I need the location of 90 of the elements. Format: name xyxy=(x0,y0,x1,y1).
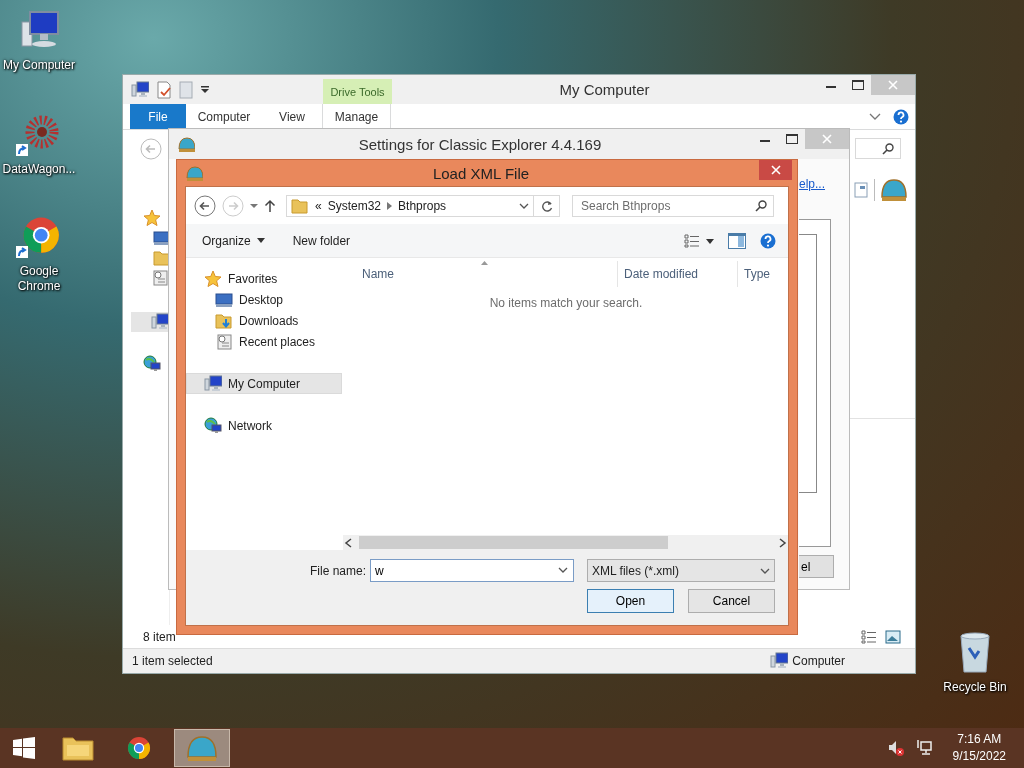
nav-item[interactable]: My Computer xyxy=(186,373,342,394)
icon-label[interactable]: Google Chrome xyxy=(0,264,78,294)
details-view-icon[interactable] xyxy=(861,629,877,644)
close-button[interactable] xyxy=(759,160,792,180)
dropdown-caret-icon xyxy=(256,238,265,243)
dialog-button[interactable]: el xyxy=(799,555,834,578)
horizontal-scrollbar[interactable] xyxy=(343,535,788,550)
file-type-dropdown[interactable]: XML files (*.xml) xyxy=(587,559,775,582)
location-label: Computer xyxy=(792,654,845,668)
help-icon[interactable] xyxy=(760,232,776,249)
maximize-icon xyxy=(851,80,864,90)
ribbon-tab[interactable]: Computer xyxy=(186,104,262,129)
path-overflow[interactable]: « xyxy=(315,198,322,213)
dropdown-chevron-icon[interactable] xyxy=(558,567,568,573)
icon-label[interactable]: My Computer xyxy=(0,58,78,73)
shell-icon xyxy=(185,164,203,182)
close-icon xyxy=(822,134,832,144)
empty-message: No items match your search. xyxy=(488,296,644,310)
download-folder-icon xyxy=(215,311,233,330)
computer-icon xyxy=(151,313,169,331)
address-bar[interactable]: « System32 Bthprops xyxy=(286,194,534,217)
refresh-icon xyxy=(540,199,553,212)
network-icon xyxy=(204,416,222,435)
back-icon[interactable] xyxy=(194,194,216,217)
windows-logo-icon xyxy=(12,736,36,760)
column-header[interactable]: Date modified xyxy=(617,261,737,287)
star-icon xyxy=(204,269,222,288)
chevron-down-icon xyxy=(519,202,529,209)
item-count: 8 item xyxy=(143,629,176,644)
help-icon[interactable] xyxy=(893,108,909,125)
expand-ribbon-icon[interactable] xyxy=(869,112,881,121)
maximize-icon xyxy=(785,134,798,144)
shell-icon[interactable] xyxy=(881,177,907,203)
star-icon xyxy=(143,209,161,227)
dialog-button[interactable]: Open xyxy=(587,589,674,613)
nav-item[interactable]: Favorites xyxy=(186,268,342,289)
muted-speaker-icon[interactable] xyxy=(886,739,905,757)
recent-locations-icon[interactable] xyxy=(250,202,258,209)
nav-item[interactable]: Recent places xyxy=(186,331,342,352)
toolbar-button[interactable]: New folder xyxy=(284,230,359,251)
toolbar-button[interactable]: Organize xyxy=(194,230,273,251)
dialog-title: Load XML File xyxy=(431,164,531,182)
breadcrumb-arrow-icon xyxy=(387,201,393,210)
refresh-button[interactable] xyxy=(534,194,560,217)
view-options-icon[interactable] xyxy=(684,233,714,248)
ribbon-tab[interactable]: File xyxy=(130,104,186,129)
nav-item[interactable]: Network xyxy=(186,415,342,436)
path-segment[interactable]: System32 xyxy=(327,198,382,213)
path-segment[interactable]: Bthprops xyxy=(398,198,447,213)
clock-time[interactable]: 7:16 AM xyxy=(952,731,1006,748)
clock-date[interactable]: 9/15/2022 xyxy=(952,748,1006,765)
customize-arrow-icon[interactable] xyxy=(200,84,210,95)
monitor-icon xyxy=(215,290,233,309)
search-field[interactable]: Search Bthprops xyxy=(572,194,774,217)
recent-places-icon xyxy=(215,332,233,351)
close-icon xyxy=(888,80,898,90)
chevron-down-icon xyxy=(760,567,770,574)
preview-pane-icon[interactable] xyxy=(854,182,868,198)
search-field[interactable] xyxy=(855,138,901,159)
search-icon xyxy=(755,199,767,212)
computer-icon xyxy=(204,374,222,393)
network-tray-icon[interactable] xyxy=(914,739,933,757)
computer-icon xyxy=(770,652,789,670)
sort-caret-icon xyxy=(481,261,488,265)
ribbon-tab[interactable]: View xyxy=(262,104,322,129)
thumbnail-view-icon[interactable] xyxy=(885,629,901,644)
column-header[interactable]: Type xyxy=(737,261,788,287)
field-label: File name: xyxy=(309,563,366,578)
nav-item[interactable]: Desktop xyxy=(186,289,342,310)
context-tab-group: Drive Tools xyxy=(323,79,392,104)
preview-pane-icon[interactable] xyxy=(728,232,746,249)
dialog-button[interactable]: Cancel xyxy=(688,589,775,613)
up-arrow-icon[interactable] xyxy=(264,198,276,213)
window-title: Settings for Classic Explorer 4.4.169 xyxy=(357,135,603,153)
folder-icon xyxy=(291,196,309,215)
help-link[interactable]: elp... xyxy=(799,177,849,191)
nav-item[interactable]: Downloads xyxy=(186,310,342,331)
computer-icon xyxy=(131,80,149,99)
file-name-field[interactable]: w xyxy=(370,559,574,582)
icon-label[interactable]: DataWagon... xyxy=(0,162,78,177)
scroll-thumb[interactable] xyxy=(359,536,668,549)
close-icon xyxy=(770,165,781,175)
window-title: My Computer xyxy=(558,81,651,98)
shell-icon xyxy=(177,135,195,153)
column-header[interactable]: Name xyxy=(344,261,617,287)
status-text: 1 item selected xyxy=(132,654,213,668)
icon-label[interactable]: Recycle Bin xyxy=(936,680,1014,695)
network-icon xyxy=(143,355,161,373)
search-icon xyxy=(882,142,894,155)
properties-icon[interactable] xyxy=(156,80,172,99)
